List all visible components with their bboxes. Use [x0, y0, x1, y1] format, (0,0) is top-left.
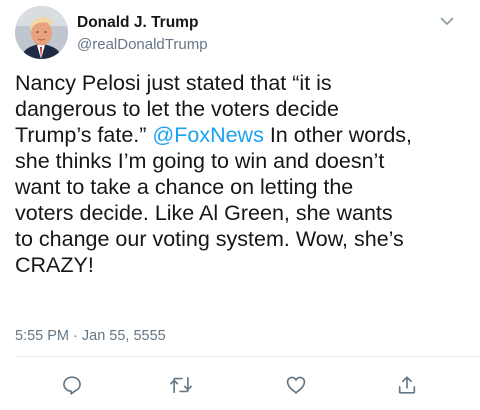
divider	[15, 356, 480, 357]
tweet-line: want to take a chance on letting the	[15, 175, 354, 199]
tweet-line: Trump’s fate.” @FoxNews In other words,	[15, 122, 471, 148]
tweet-card: Donald J. Trump @realDonaldTrump Nancy P…	[0, 0, 480, 410]
reply-icon[interactable]	[59, 372, 85, 398]
tweet-line: dangerous to let the voters decide	[15, 97, 339, 121]
tweet-line: to change our voting system. Wow, she’s	[15, 227, 404, 251]
chevron-down-icon[interactable]	[438, 14, 456, 28]
tweet-line: CRAZY!	[15, 253, 94, 277]
author-name[interactable]: Donald J. Trump	[77, 14, 198, 32]
tweet-text: Nancy Pelosi just stated that “it is dan…	[15, 70, 471, 278]
tweet-line: Nancy Pelosi just stated that “it is	[15, 71, 332, 95]
author-handle[interactable]: @realDonaldTrump	[77, 36, 208, 53]
tweet-text-segment: Trump’s fate.”	[15, 123, 153, 147]
avatar[interactable]	[15, 6, 68, 59]
mention-link[interactable]: @FoxNews	[152, 123, 263, 147]
tweet-timestamp[interactable]: 5:55 PM · Jan 55, 5555	[15, 328, 166, 344]
tweet-line: she thinks I’m going to win and doesn’t	[15, 149, 385, 173]
share-icon[interactable]	[394, 372, 420, 398]
tweet-line: voters decide. Like Al Green, she wants	[15, 201, 393, 225]
heart-icon[interactable]	[283, 372, 309, 398]
avatar-image	[15, 6, 68, 59]
retweet-icon[interactable]	[168, 372, 194, 398]
tweet-text-segment: In other words,	[263, 123, 413, 147]
